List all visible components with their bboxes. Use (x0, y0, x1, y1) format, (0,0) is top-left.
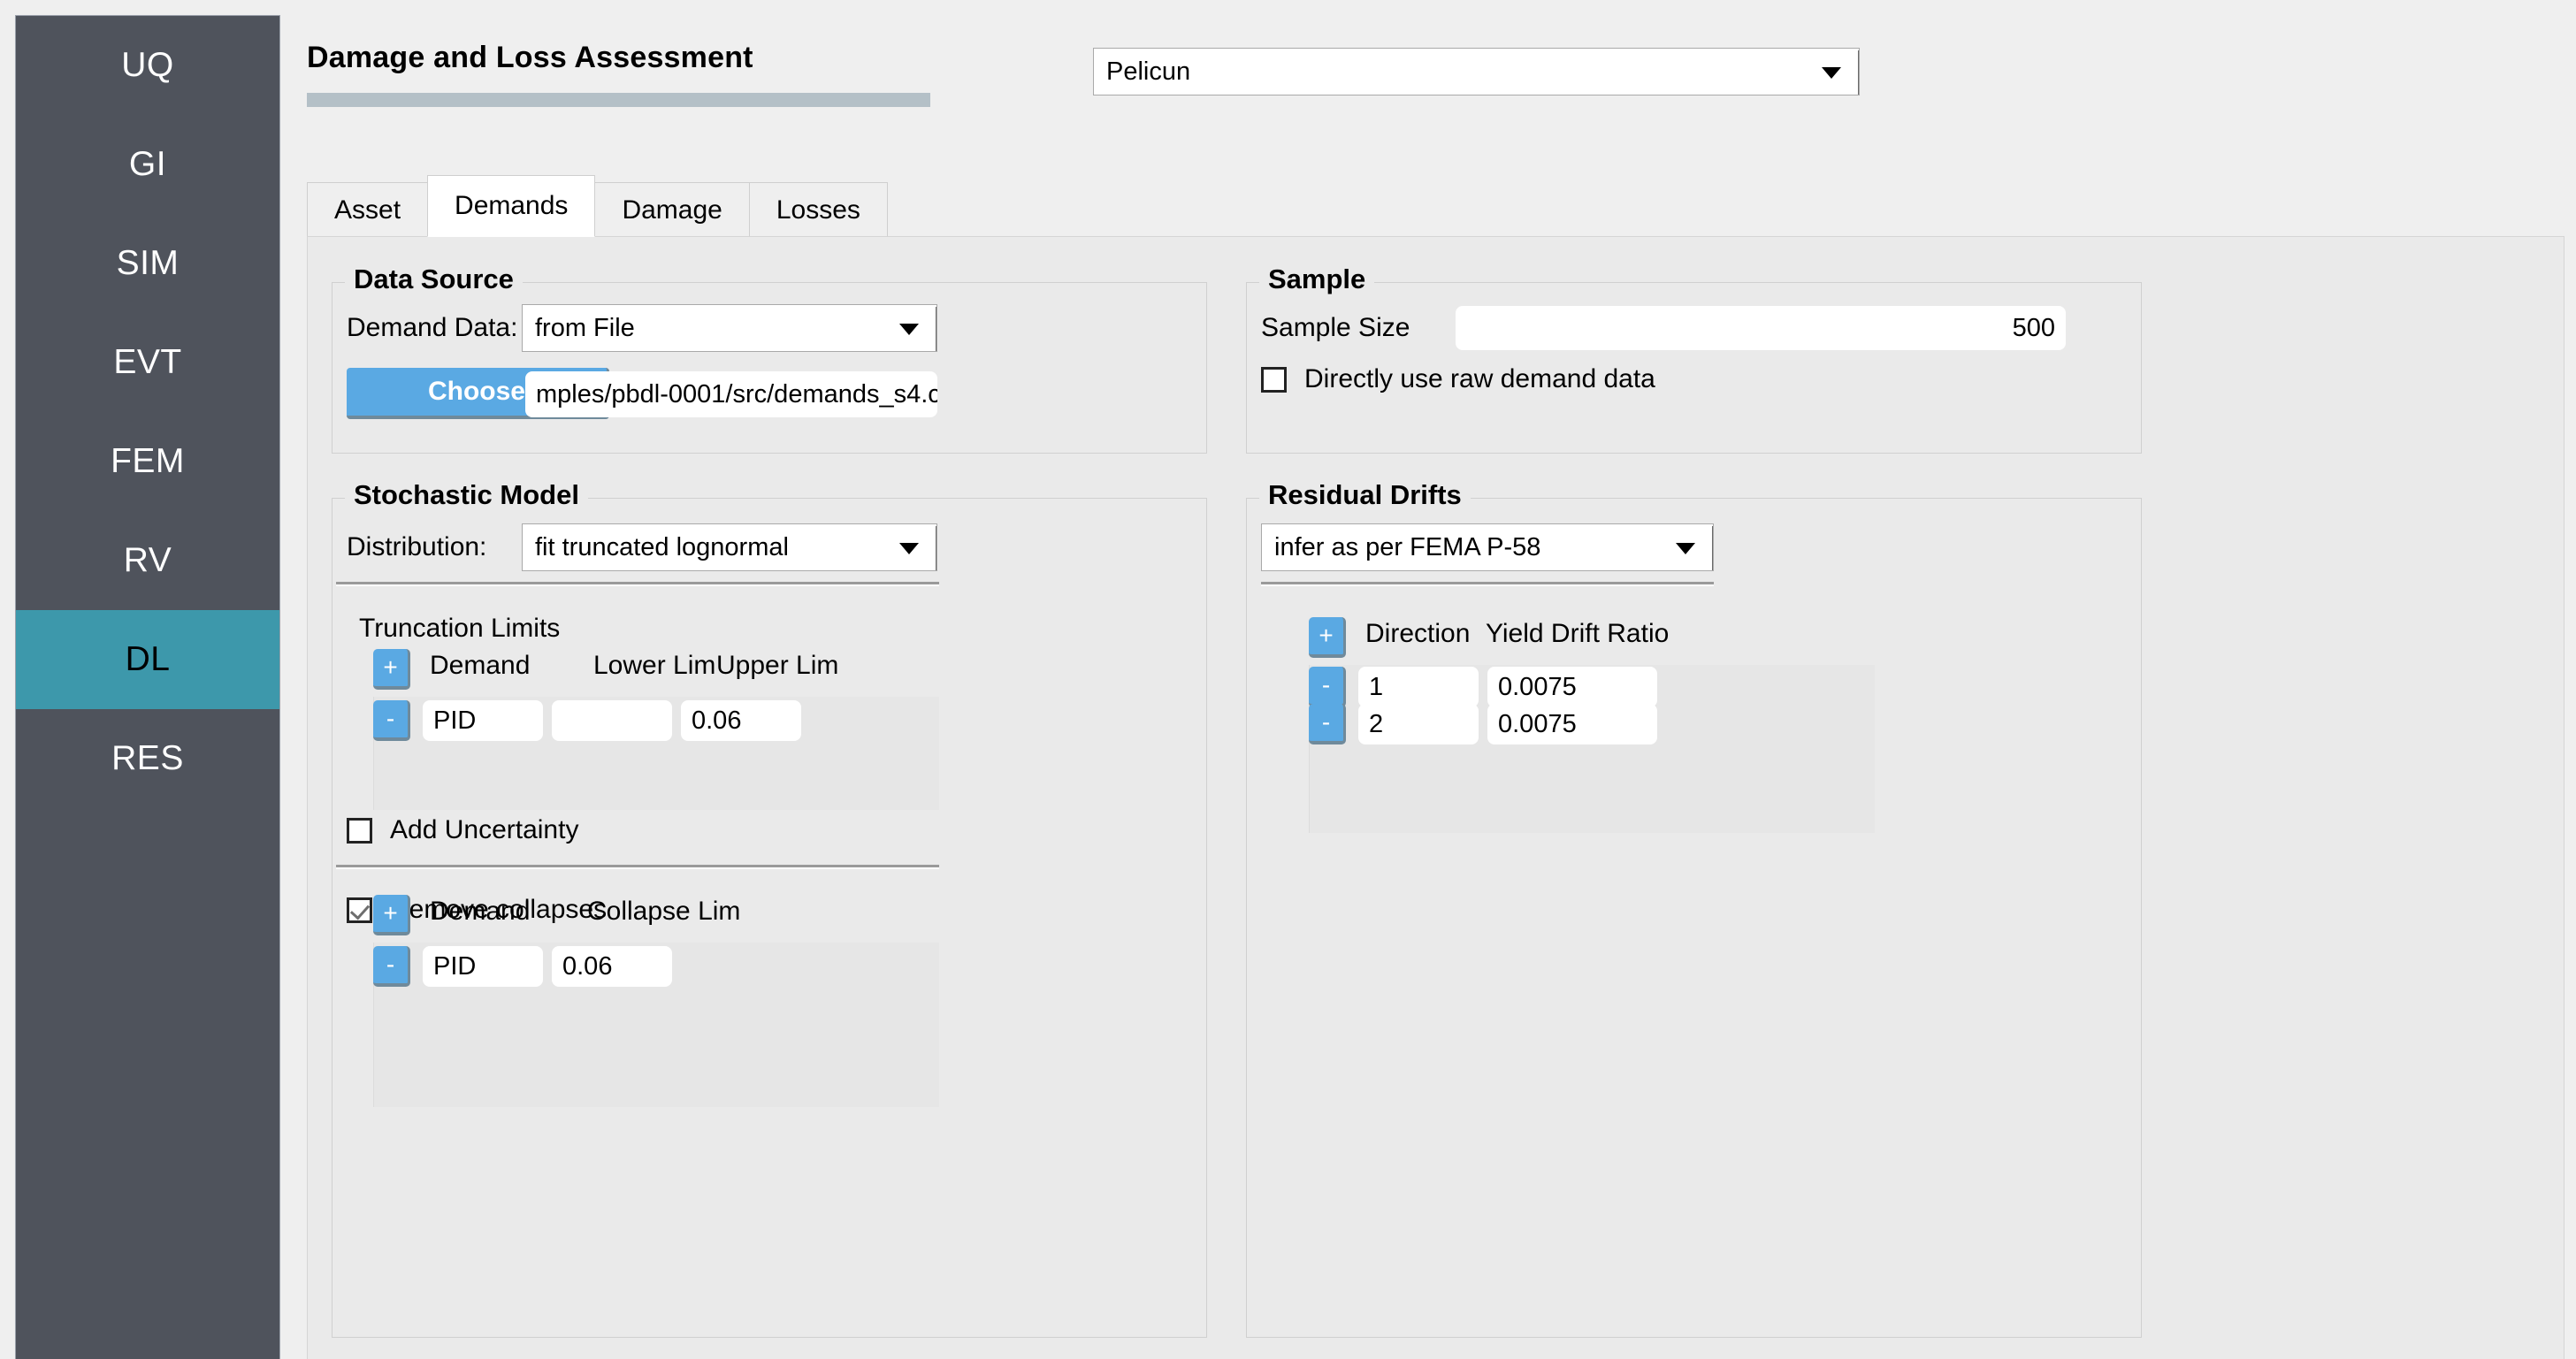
checkbox-box (347, 897, 372, 923)
sidebar-item-label: RES (111, 739, 184, 777)
truncation-lower-lim-input[interactable] (552, 700, 672, 741)
sidebar-item-res[interactable]: RES (16, 709, 279, 808)
file-path-input[interactable]: mples/pbdl-0001/src/demands_s4.csv (525, 371, 937, 417)
residual-yield-drift-input[interactable]: 0.0075 (1487, 667, 1657, 707)
residual-remove-row-button[interactable]: - (1309, 667, 1346, 707)
truncation-col-lower-lim: Lower Lim (593, 651, 716, 680)
demand-data-select-value: from File (535, 313, 635, 342)
group-sample: Sample Sample Size 500 Directly use raw … (1246, 263, 2142, 454)
add-uncertainty-label: Add Uncertainty (390, 815, 579, 844)
application-window: UQ GI SIM EVT FEM RV DL RES Damage and L… (0, 0, 2576, 1359)
sidebar-item-fem[interactable]: FEM (16, 412, 279, 511)
sidebar-item-label: DL (125, 640, 171, 678)
tab-label: Demands (455, 191, 569, 220)
sidebar: UQ GI SIM EVT FEM RV DL RES (15, 15, 280, 1359)
tab-asset[interactable]: Asset (307, 182, 429, 237)
truncation-add-row-button[interactable]: + (373, 649, 410, 690)
sample-size-input[interactable]: 500 (1456, 306, 2066, 350)
demand-data-select[interactable]: from File (522, 304, 937, 352)
group-data-source: Data Source Demand Data: from File Choos… (332, 263, 1207, 454)
sidebar-item-label: RV (123, 541, 172, 579)
tab-demands[interactable]: Demands (427, 175, 596, 237)
truncation-upper-lim-input[interactable]: 0.06 (681, 700, 801, 741)
residual-add-row-button[interactable]: + (1309, 617, 1346, 658)
sidebar-item-gi[interactable]: GI (16, 115, 279, 214)
collapse-add-row-button[interactable]: + (373, 895, 410, 935)
collapse-col-collapse-lim: Collapse Lim (587, 897, 741, 926)
engine-select-value: Pelicun (1106, 57, 1191, 86)
tab-label: Losses (776, 195, 860, 225)
tab-label: Damage (622, 195, 722, 225)
divider (1261, 582, 1714, 586)
group-stochastic-model: Stochastic Model Distribution: fit trunc… (332, 479, 1207, 1338)
raw-demand-checkbox-label: Directly use raw demand data (1304, 364, 1655, 393)
truncation-demand-input[interactable]: PID (423, 700, 543, 741)
page-title: Damage and Loss Assessment (307, 41, 753, 74)
residual-yield-drift-input[interactable]: 0.0075 (1487, 704, 1657, 744)
group-title-sample: Sample (1259, 263, 1375, 295)
distribution-label: Distribution: (347, 532, 487, 561)
checkbox-box (1261, 366, 1287, 393)
residual-method-select[interactable]: infer as per FEMA P-58 (1261, 523, 1714, 571)
combo-shadow (936, 526, 937, 571)
combo-shadow (1858, 50, 1859, 95)
combo-shadow (1712, 526, 1713, 570)
sidebar-item-label: SIM (116, 244, 180, 282)
divider (336, 865, 939, 869)
collapse-remove-row-button[interactable]: - (373, 946, 410, 987)
tab-label: Asset (334, 195, 401, 225)
collapse-demand-input[interactable]: PID (423, 946, 543, 987)
truncation-limits-title: Truncation Limits (359, 614, 561, 643)
residual-remove-row-button[interactable]: - (1309, 704, 1346, 744)
combo-shadow (936, 307, 937, 352)
collapse-lim-input[interactable]: 0.06 (552, 946, 672, 987)
residual-direction-input[interactable]: 2 (1358, 704, 1479, 744)
checkbox-box (347, 817, 372, 844)
distribution-select-value: fit truncated lognormal (535, 532, 789, 561)
sidebar-item-dl[interactable]: DL (16, 610, 279, 709)
truncation-remove-row-button[interactable]: - (373, 700, 410, 741)
group-title-data-source: Data Source (345, 263, 523, 295)
sidebar-item-sim[interactable]: SIM (16, 214, 279, 313)
distribution-select[interactable]: fit truncated lognormal (522, 523, 937, 571)
sidebar-item-label: UQ (121, 46, 174, 84)
residual-col-yield-drift-ratio: Yield Drift Ratio (1486, 619, 1670, 648)
sidebar-item-evt[interactable]: EVT (16, 313, 279, 412)
residual-method-select-value: infer as per FEMA P-58 (1274, 532, 1541, 561)
group-title-residual-drifts: Residual Drifts (1259, 479, 1471, 511)
residual-col-direction: Direction (1365, 619, 1471, 648)
tab-bar: Asset Demands Damage Losses (307, 175, 888, 237)
sidebar-item-label: EVT (113, 343, 182, 381)
combo-shadow (524, 570, 937, 571)
combo-shadow (524, 351, 937, 352)
sidebar-item-uq[interactable]: UQ (16, 16, 279, 115)
combo-shadow (1264, 570, 1714, 571)
group-title-stochastic-model: Stochastic Model (345, 479, 588, 511)
sample-size-label: Sample Size (1261, 313, 1410, 342)
truncation-col-demand: Demand (430, 651, 531, 680)
sidebar-item-label: GI (128, 145, 167, 183)
sidebar-item-rv[interactable]: RV (16, 511, 279, 610)
collapse-col-demand: Demand (430, 897, 531, 926)
truncation-col-upper-lim: Upper Lim (716, 651, 839, 680)
sidebar-item-label: FEM (111, 442, 185, 480)
raw-demand-checkbox[interactable]: Directly use raw demand data (1261, 364, 1655, 394)
group-residual-drifts: Residual Drifts infer as per FEMA P-58 +… (1246, 479, 2142, 1338)
tab-damage[interactable]: Damage (594, 182, 750, 237)
add-uncertainty-checkbox[interactable]: Add Uncertainty (347, 815, 578, 845)
divider (336, 582, 939, 586)
tab-losses[interactable]: Losses (748, 182, 888, 237)
engine-select[interactable]: Pelicun (1093, 48, 1860, 95)
residual-direction-input[interactable]: 1 (1358, 667, 1479, 707)
title-underline (307, 93, 930, 107)
tab-panel-demands: Data Source Demand Data: from File Choos… (307, 236, 2565, 1359)
demand-data-label: Demand Data: (347, 313, 518, 342)
